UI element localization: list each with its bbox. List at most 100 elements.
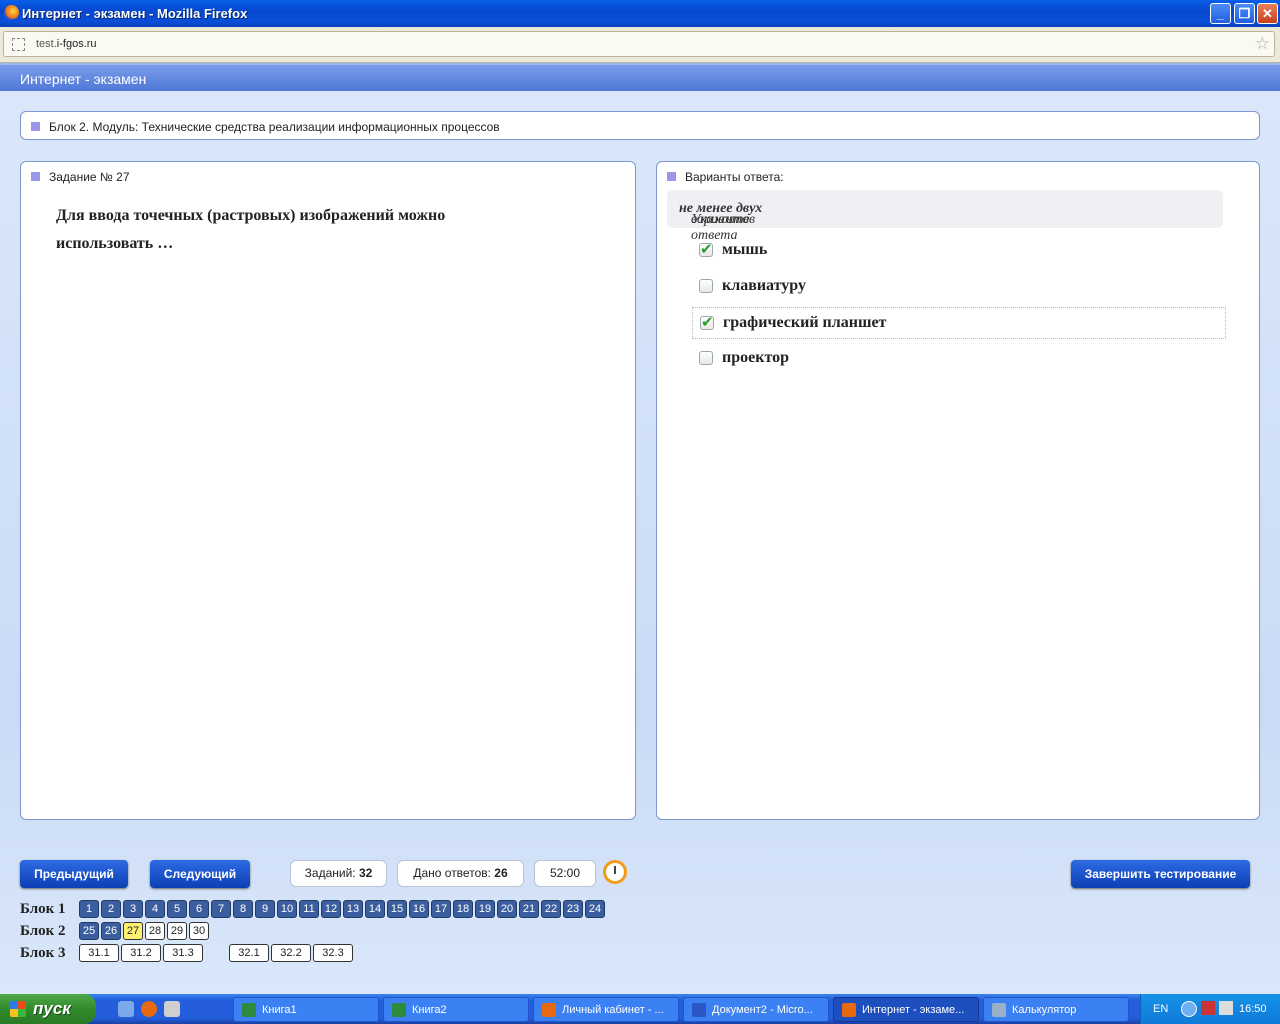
taskbar-task-label: Книга1 [262,1004,297,1016]
restore-button[interactable]: ❐ [1234,3,1255,24]
page-header: Интернет - экзамен [0,63,1280,91]
close-button[interactable]: ✕ [1257,3,1278,24]
question-text: Для ввода точечных (растровых) изображен… [56,202,516,258]
question-nav-button[interactable]: 30 [189,922,209,940]
question-nav-button[interactable]: 31.3 [163,944,203,962]
taskbar-task-label: Калькулятор [1012,1004,1077,1016]
question-nav-button[interactable]: 9 [255,900,275,918]
firefox-icon [542,1003,556,1017]
tasks-count: 32 [358,866,373,880]
word-icon [692,1003,706,1017]
answer-option-tablet[interactable]: графический планшет [692,307,1226,339]
checkbox[interactable] [699,240,713,258]
firefox-quicklaunch-icon[interactable] [141,1001,157,1017]
question-nav-button[interactable]: 32.2 [271,944,311,962]
chevron-left-icon[interactable] [1181,1001,1197,1017]
bullet-icon [667,172,676,181]
taskbar-task[interactable]: Калькулятор [983,997,1129,1022]
question-nav-button[interactable]: 31.1 [79,944,119,962]
question-nav-button[interactable]: 28 [145,922,165,940]
task-label: Задание № 27 [49,170,130,184]
page-content: Интернет - экзамен Блок 2. Модуль: Техни… [0,63,1280,994]
window-titlebar[interactable]: Интернет - экзамен - Mozilla Firefox _ ❐… [0,0,1280,27]
option-label: проектор [722,349,789,366]
question-nav-button[interactable]: 16 [409,900,429,918]
question-nav-button[interactable]: 21 [519,900,539,918]
bookmark-star-icon[interactable]: ☆ [1255,34,1270,54]
question-nav-button[interactable]: 2 [101,900,121,918]
printer-icon[interactable] [164,1001,180,1017]
taskbar: пуск Книга1 Книга2 Личный кабинет - ... Док… [0,994,1280,1024]
question-nav-button[interactable]: 23 [563,900,583,918]
checkbox[interactable] [699,351,713,365]
language-indicator[interactable]: EN [1153,1003,1168,1015]
question-nav-button[interactable]: 1 [79,900,99,918]
question-nav-button[interactable]: 32.3 [313,944,353,962]
answered-counter: Дано ответов: 26 [397,860,524,887]
finish-test-button[interactable]: Завершить тестирование [1071,860,1250,888]
option-label: клавиатуру [722,277,806,294]
question-nav-button[interactable]: 20 [497,900,517,918]
taskbar-task[interactable]: Книга1 [233,997,379,1022]
question-nav-button[interactable]: 18 [453,900,473,918]
address-bar: test.i-fgos.ru ☆ [0,27,1280,63]
question-nav-button[interactable]: 17 [431,900,451,918]
question-nav-button[interactable]: 22 [541,900,561,918]
next-button[interactable]: Следующий [150,860,250,888]
calculator-icon [992,1003,1006,1017]
tasks-counter: Заданий: 32 [290,860,387,887]
windows-logo-icon [10,1001,26,1017]
question-nav-button[interactable]: 4 [145,900,165,918]
question-nav-button[interactable]: 26 [101,922,121,940]
question-nav-button[interactable]: 13 [343,900,363,918]
question-nav-button[interactable]: 25 [79,922,99,940]
answer-option-mouse[interactable]: мышь [692,235,1226,267]
question-nav-button[interactable]: 8 [233,900,253,918]
question-nav-button[interactable]: 5 [167,900,187,918]
question-nav-button[interactable]: 29 [167,922,187,940]
url-prefix: test. [36,38,57,50]
answered-count: 26 [494,866,508,880]
taskbar-task[interactable]: Книга2 [383,997,529,1022]
checkbox[interactable] [700,313,714,331]
question-nav-button[interactable]: 11 [299,900,319,918]
answered-label: Дано ответов: [413,866,495,880]
question-nav-button[interactable]: 14 [365,900,385,918]
question-nav-button[interactable]: 32.1 [229,944,269,962]
question-nav-button[interactable]: 27 [123,922,143,940]
timer: 52:00 [534,860,596,887]
start-button[interactable]: пуск [0,994,96,1024]
question-nav-button[interactable]: 10 [277,900,297,918]
network-icon[interactable] [1219,1001,1233,1015]
question-nav-button[interactable]: 19 [475,900,495,918]
taskbar-task-label: Интернет - экзаме... [862,1004,965,1016]
show-desktop-icon[interactable] [118,1001,134,1017]
block-3-nav: 31.1 31.2 31.3 32.1 32.2 32.3 [79,944,353,962]
option-label: графический планшет [723,314,887,331]
page-title: Интернет - экзамен [20,71,147,87]
task-panel: Задание № 27 Для ввода точечных (растров… [20,161,636,820]
question-nav-button[interactable]: 24 [585,900,605,918]
question-line: использовать … [56,235,174,252]
taskbar-task[interactable]: Документ2 - Micro... [683,997,829,1022]
minimize-button[interactable]: _ [1210,3,1231,24]
question-nav-button[interactable]: 15 [387,900,407,918]
question-nav-button[interactable]: 3 [123,900,143,918]
checkbox[interactable] [699,279,713,293]
taskbar-task[interactable]: Личный кабинет - ... [533,997,679,1022]
answer-option-keyboard[interactable]: клавиатуру [692,271,1226,303]
antivirus-icon[interactable] [1201,1001,1215,1015]
prev-button[interactable]: Предыдущий [20,860,128,888]
question-nav-button[interactable]: 12 [321,900,341,918]
excel-icon [242,1003,256,1017]
taskbar-task[interactable]: Интернет - экзаме... [833,997,979,1022]
url-domain: i-fgos.ru [56,38,97,50]
question-nav-button[interactable]: 31.2 [121,944,161,962]
question-nav-button[interactable]: 7 [211,900,231,918]
url-input[interactable]: test.i-fgos.ru ☆ [3,31,1275,57]
excel-icon [392,1003,406,1017]
bullet-icon [31,172,40,181]
answer-option-projector[interactable]: проектор [692,343,1226,375]
firefox-icon [4,5,19,20]
question-nav-button[interactable]: 6 [189,900,209,918]
